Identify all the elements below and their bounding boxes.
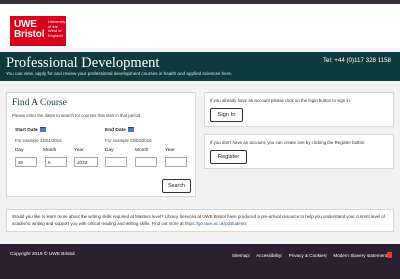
sign-in-button[interactable]: Sign In — [210, 108, 243, 122]
find-course-instructions: Please enter the dates to search for cou… — [12, 113, 142, 118]
register-text: If you don't have an account, you can cr… — [210, 140, 365, 145]
register-panel: If you don't have an account, you can cr… — [204, 134, 394, 169]
uwe-logo[interactable]: UWE Bristol University of the West of En… — [10, 16, 66, 46]
footer-link-accessibility[interactable]: Accessibility — [256, 253, 281, 258]
register-button[interactable]: Register — [210, 150, 247, 164]
end-month-label: Month — [135, 148, 149, 153]
sign-in-panel: If you already have an account please cl… — [204, 92, 394, 127]
separator: | — [248, 253, 251, 258]
find-course-title: Find A Course — [12, 98, 67, 108]
footer-link-privacy[interactable]: Privacy & Cookies — [289, 253, 326, 258]
separator: | — [325, 253, 328, 258]
brand-bar: UWE Bristol University of the West of En… — [0, 4, 400, 48]
page-subtitle: You can view, apply for and review your … — [6, 71, 233, 76]
start-year-label: Year — [74, 148, 84, 153]
writing-skills-notice: Would you like to learn more about the w… — [6, 209, 394, 232]
telephone-number: Tel: +44 (0)117 328 1158 — [322, 57, 391, 64]
copyright: Copyright 2019 © UWE Bristol — [10, 252, 75, 257]
pdf-icon — [387, 252, 392, 258]
notice-link[interactable]: https://go.uwe.ac.uk/pdstudents — [185, 221, 247, 226]
start-month-input[interactable] — [45, 157, 67, 167]
page-footer: Copyright 2019 © UWE Bristol Sitemap| Ac… — [0, 244, 400, 279]
end-day-label: Day — [105, 148, 114, 153]
start-year-input[interactable] — [74, 157, 98, 167]
page-title: Professional Development — [6, 55, 160, 71]
calendar-icon[interactable] — [127, 127, 134, 132]
start-date-label: Start Date — [15, 127, 46, 133]
start-month-label: Month — [43, 148, 57, 153]
find-course-panel: Find A Course Please enter the dates to … — [6, 92, 196, 197]
start-date-example: For example 22/01/2016 — [15, 138, 62, 143]
search-button[interactable]: Search — [162, 179, 191, 193]
page-header: Professional Development You can view, a… — [0, 52, 400, 81]
logo-wordmark: UWE Bristol — [14, 19, 45, 40]
end-day-input[interactable] — [105, 157, 127, 167]
footer-link-sitemap[interactable]: Sitemap — [232, 253, 249, 258]
sign-in-text: If you already have an account please cl… — [210, 98, 350, 103]
footer-link-modern-slavery[interactable]: Modern Slavery statement — [333, 253, 387, 258]
end-month-input[interactable] — [135, 157, 157, 167]
start-day-input[interactable] — [15, 157, 37, 167]
footer-links: Sitemap| Accessibility| Privacy & Cookie… — [232, 252, 392, 258]
end-year-label: Year — [165, 148, 175, 153]
calendar-icon[interactable] — [39, 127, 46, 132]
separator: | — [281, 253, 283, 258]
end-date-example: For example 03/03/2016 — [105, 138, 152, 143]
end-year-input[interactable] — [165, 157, 187, 167]
logo-subtitle: University of the West of England — [48, 19, 66, 38]
start-day-label: Day — [15, 148, 24, 153]
end-date-label: End Date — [105, 127, 134, 133]
